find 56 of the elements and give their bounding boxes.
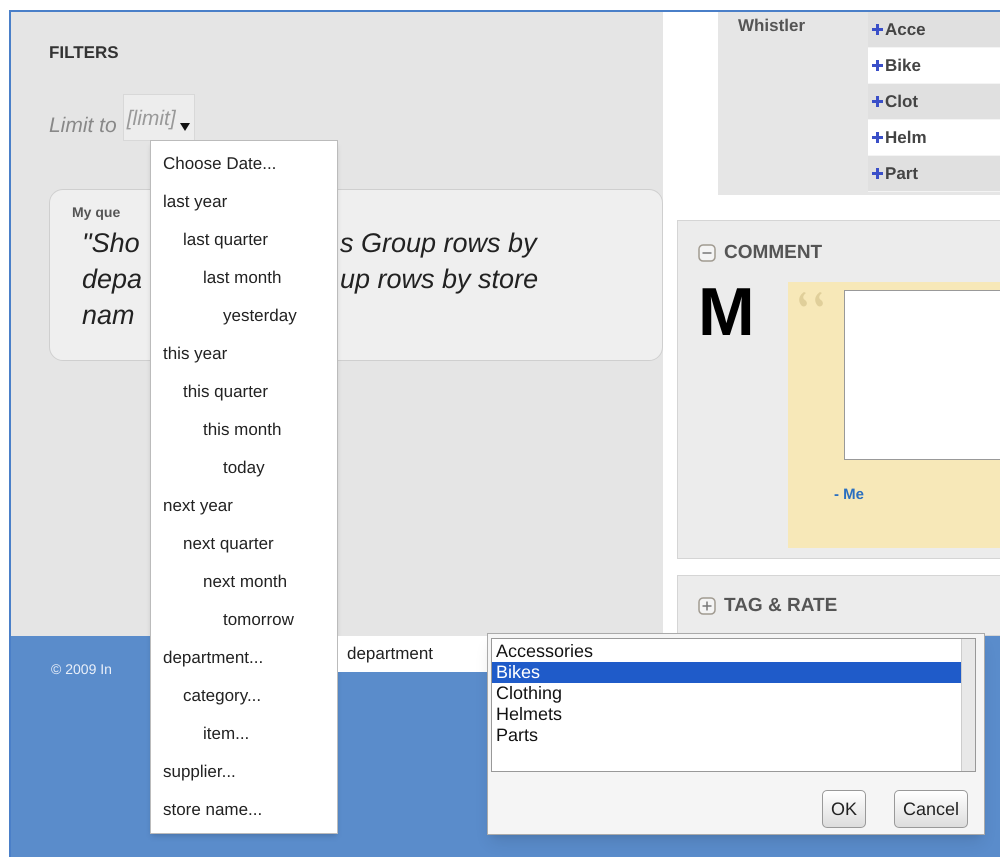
tag-rate-heading: TAG & RATE [724,594,838,618]
list-option[interactable]: Bikes [492,662,961,683]
table-cell: Bike [868,48,1000,84]
menu-item[interactable]: last quarter [151,221,337,259]
menu-item[interactable]: next year [151,487,337,525]
menu-item[interactable]: today [151,449,337,487]
table-cell: Acce [868,12,1000,48]
menu-item[interactable]: this month [151,411,337,449]
query-text: depa [82,264,142,294]
menu-item[interactable]: store name... [151,791,337,829]
menu-item[interactable]: tomorrow [151,601,337,639]
table-cell: Helm [868,120,1000,156]
query-text: s Group rows by [340,227,537,260]
menu-item[interactable]: Choose Date... [151,145,337,183]
copyright-text: © 2009 In [51,661,112,677]
menu-item[interactable]: yesterday [151,297,337,335]
list-option[interactable]: Parts [492,725,961,746]
expand-icon[interactable] [698,597,716,616]
menu-item[interactable]: next quarter [151,525,337,563]
table-cell: Clot [868,84,1000,120]
menu-item[interactable]: this quarter [151,373,337,411]
menu-item[interactable]: this year [151,335,337,373]
query-label: My que [72,203,120,222]
menu-item[interactable]: next month [151,563,337,601]
limit-label: Limit to [49,112,117,138]
plus-icon[interactable] [872,132,883,143]
plus-icon[interactable] [872,24,883,35]
comment-heading: COMMENT [724,241,822,265]
menu-item[interactable]: supplier... [151,753,337,791]
collapse-icon[interactable] [698,244,716,262]
table-cell: Part [868,156,1000,192]
ok-button[interactable]: OK [822,790,866,828]
plus-icon[interactable] [872,168,883,179]
filters-heading: FILTERS [49,42,119,64]
avatar-letter: M [698,282,756,342]
menu-item[interactable]: department... [151,639,337,677]
cancel-button[interactable]: Cancel [894,790,968,828]
menu-item[interactable]: category... [151,677,337,715]
option-listbox[interactable]: Accessories Bikes Clothing Helmets Parts [491,638,976,772]
author-link[interactable]: - Me [834,484,864,506]
list-option[interactable]: Helmets [492,704,961,725]
plus-icon[interactable] [872,60,883,71]
menu-item[interactable]: last month [151,259,337,297]
list-option[interactable]: Accessories [492,641,961,662]
scrollbar[interactable] [961,639,975,771]
menu-item[interactable]: item... [151,715,337,753]
query-text: up rows by store [340,263,538,296]
menu-item[interactable]: last year [151,183,337,221]
query-text: "Sho [82,228,140,258]
caret-icon [178,122,191,132]
store-name: Whistler [737,15,806,37]
submenu-item[interactable]: department [338,636,487,672]
query-text: nam [82,300,135,330]
comment-field[interactable] [844,290,1000,460]
plus-icon[interactable] [872,96,883,107]
list-option[interactable]: Clothing [492,683,961,704]
